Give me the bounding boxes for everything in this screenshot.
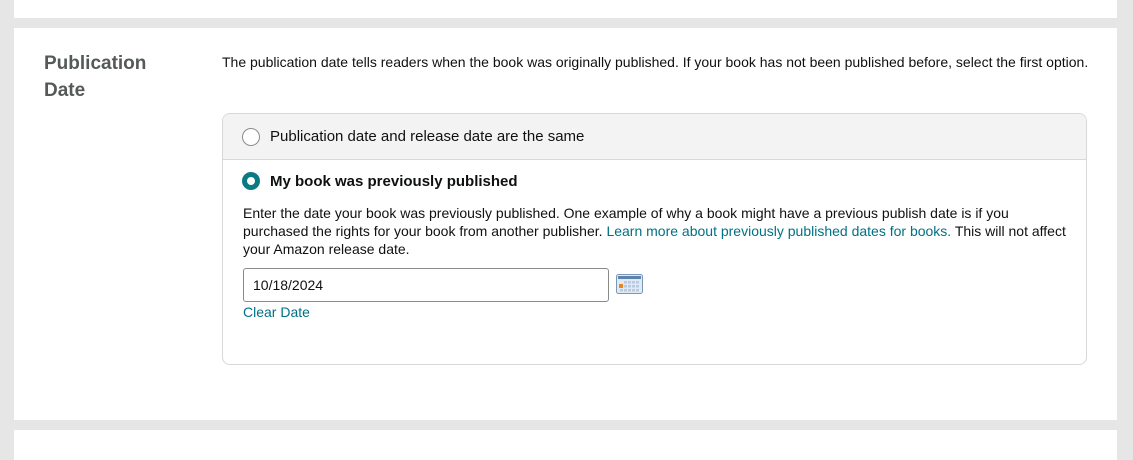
learn-more-link[interactable]: Learn more about previously published da…	[606, 223, 951, 239]
radio-same-date[interactable]	[242, 127, 260, 146]
publication-date-section: Publication Date The publication date te…	[14, 28, 1117, 420]
previously-published-description: Enter the date your book was previously …	[243, 204, 1073, 258]
previously-published-header[interactable]: My book was previously published	[242, 172, 518, 190]
option-previously-published: My book was previously published Enter t…	[223, 160, 1086, 364]
clear-date-link[interactable]: Clear Date	[243, 304, 310, 320]
previous-section-card	[14, 0, 1117, 18]
calendar-icon[interactable]	[616, 274, 643, 294]
publication-date-options: Publication date and release date are th…	[222, 113, 1087, 365]
section-description: The publication date tells readers when …	[222, 54, 1089, 70]
section-title: Publication Date	[44, 53, 147, 101]
next-section-card	[14, 430, 1117, 460]
radio-previously-published[interactable]	[242, 172, 260, 190]
option-previously-published-label[interactable]: My book was previously published	[270, 173, 518, 190]
option-same-date[interactable]: Publication date and release date are th…	[223, 114, 1086, 160]
previous-publication-date-input[interactable]	[243, 268, 609, 302]
calendar-icon-graphic	[616, 274, 643, 294]
option-same-date-label[interactable]: Publication date and release date are th…	[270, 128, 584, 145]
